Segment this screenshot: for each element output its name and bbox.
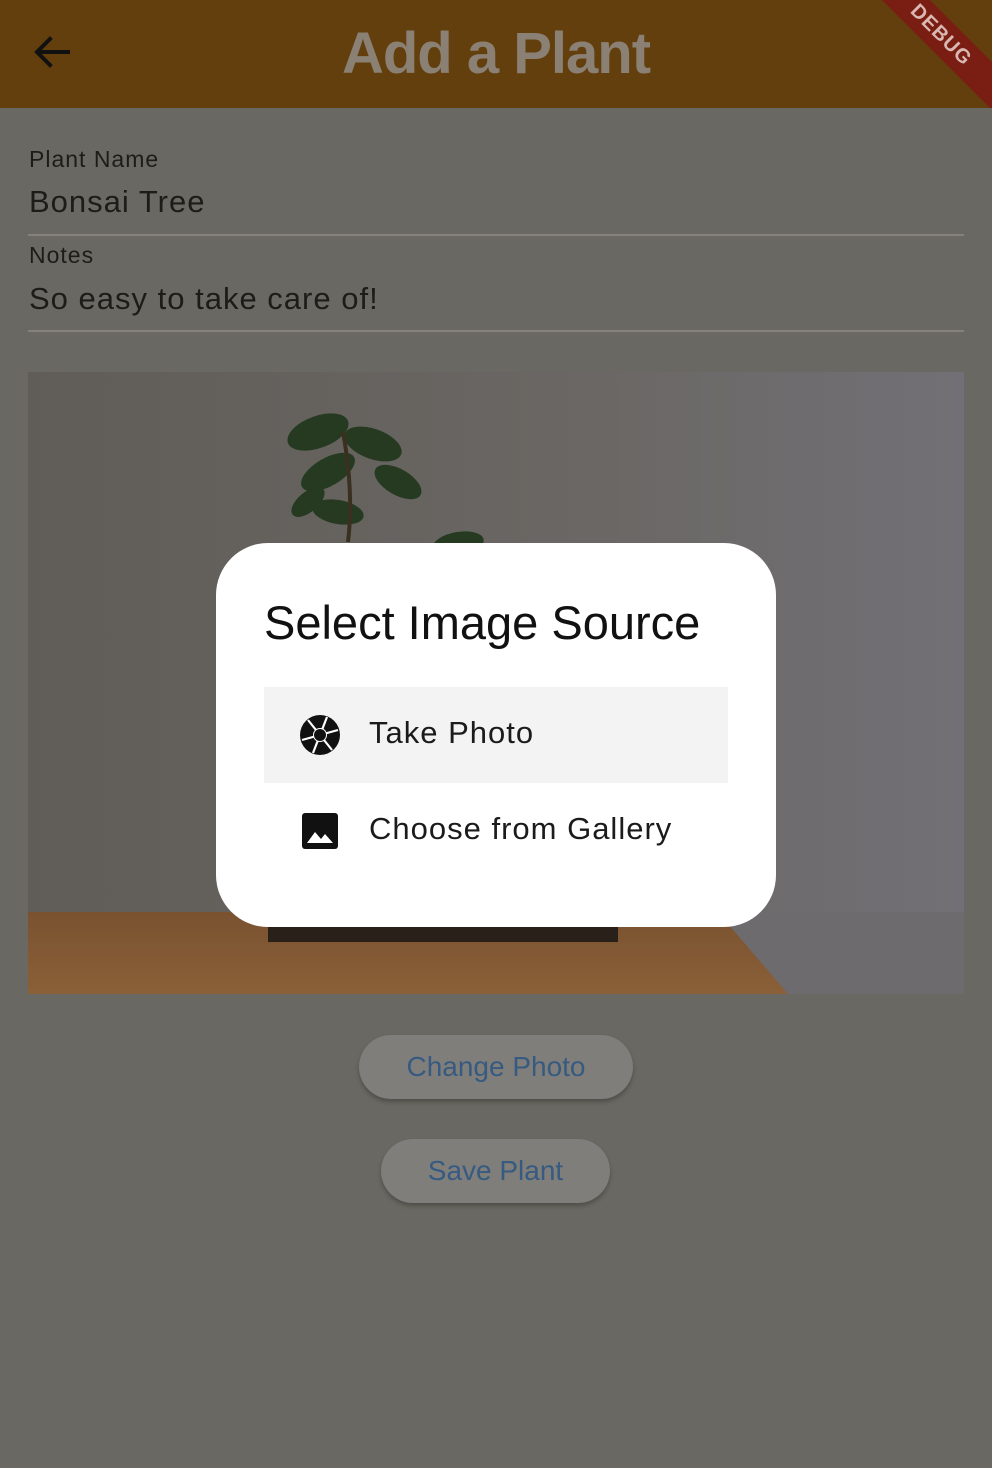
plant-name-underline — [28, 234, 964, 236]
app-bar: Add a Plant DEBUG — [0, 0, 992, 110]
debug-banner: DEBUG — [882, 0, 992, 110]
camera-shutter-icon — [300, 715, 340, 755]
change-photo-button[interactable]: Change Photo — [359, 1035, 633, 1099]
dialog-title: Select Image Source — [264, 596, 701, 649]
notes-label: Notes — [29, 242, 95, 268]
notes-field[interactable]: So easy to take care of! — [29, 281, 379, 317]
take-photo-option[interactable]: Take Photo — [264, 687, 728, 783]
take-photo-label: Take Photo — [369, 715, 535, 750]
image-source-dialog: Select Image Source Take Photo Choose fr… — [216, 543, 776, 927]
plant-name-label: Plant Name — [29, 146, 160, 172]
debug-banner-label: DEBUG — [882, 0, 992, 110]
choose-from-gallery-option[interactable]: Choose from Gallery — [264, 783, 728, 879]
image-icon — [302, 813, 338, 849]
plant-name-field[interactable]: Bonsai Tree — [29, 184, 205, 220]
choose-from-gallery-label: Choose from Gallery — [369, 811, 673, 846]
notes-underline — [28, 330, 964, 332]
save-plant-button[interactable]: Save Plant — [381, 1139, 610, 1203]
page-title: Add a Plant — [341, 21, 651, 86]
